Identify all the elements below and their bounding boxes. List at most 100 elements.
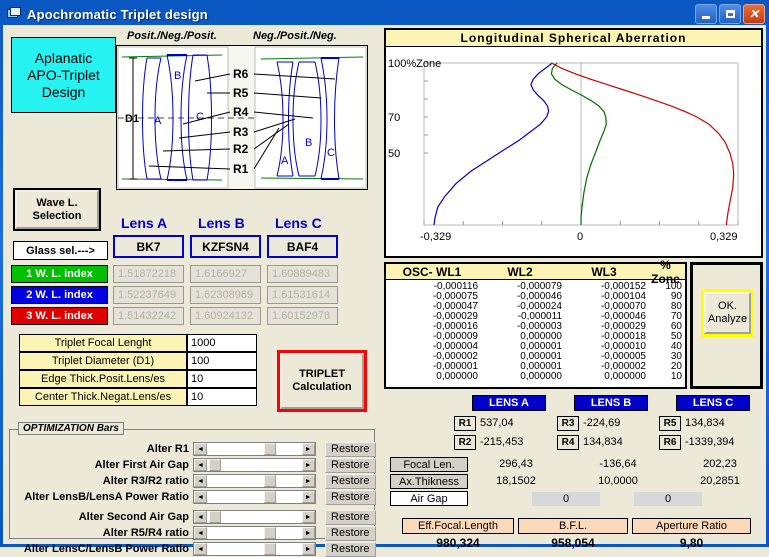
chevron-right-icon[interactable]: ►: [301, 475, 315, 487]
chart-plot-area: 100%Zone 70 50 -0,329 0 0,329: [386, 47, 761, 257]
glass-select-button[interactable]: Glass sel.--->: [13, 241, 108, 260]
index-wl3-lens-b: 1.60924132: [190, 307, 261, 325]
minimize-button[interactable]: [695, 4, 717, 24]
restore-button-alter-r1[interactable]: Restore: [324, 441, 377, 457]
optimization-row-r3-r2-ratio: Alter R3/R2 ratio ◄ ► Restore: [10, 473, 377, 489]
wave-length-selection-button[interactable]: Wave L. Selection: [13, 188, 101, 231]
index-wl2-lens-b: 1.62308969: [190, 286, 261, 304]
chevron-left-icon[interactable]: ◄: [193, 511, 207, 523]
restore-button-lensb-lensa-power[interactable]: Restore: [324, 489, 377, 505]
slider-thumb[interactable]: [208, 511, 221, 523]
restore-button-second-air-gap[interactable]: Restore: [324, 509, 377, 525]
svg-text:B: B: [174, 70, 181, 82]
restore-button-lensc-lensb-power[interactable]: Restore: [324, 541, 377, 557]
index-wl2-lens-c: 1.61531614: [267, 286, 338, 304]
radius-label-column: R6 R5 R4 R3 R2 R1: [233, 46, 257, 189]
chevron-left-icon[interactable]: ◄: [193, 527, 207, 539]
chevron-left-icon[interactable]: ◄: [193, 459, 207, 471]
slider-label-r5-r4-ratio: Alter R5/R4 ratio: [102, 527, 189, 539]
label-triplet-focal-length: Triplet Focal Lenght: [19, 334, 187, 352]
triplet-button-line-1: TRIPLET: [299, 368, 345, 380]
svg-text:0,329: 0,329: [710, 231, 738, 243]
svg-text:C: C: [327, 147, 335, 159]
restore-button-r3-r2-ratio[interactable]: Restore: [324, 473, 377, 489]
slider-label-alter-r1: Alter R1: [146, 443, 189, 455]
chevron-left-icon[interactable]: ◄: [193, 443, 207, 455]
maximize-button[interactable]: [719, 4, 741, 24]
input-triplet-focal-length[interactable]: 1000: [187, 334, 257, 352]
radius-value-r4: 134,834: [583, 436, 623, 448]
radius-tag-r4: R4: [557, 435, 579, 450]
svg-text:100%Zone: 100%Zone: [388, 58, 441, 70]
index-wl1-lens-b: 1.6166927: [190, 265, 261, 283]
analyze-button-line-2: Analyze: [707, 313, 748, 325]
slider-label-second-air-gap: Alter Second Air Gap: [78, 511, 189, 523]
input-triplet-diameter[interactable]: 100: [187, 352, 257, 370]
slider-thumb[interactable]: [263, 443, 276, 455]
slider-alter-r1[interactable]: ◄ ►: [192, 442, 316, 456]
chevron-right-icon[interactable]: ►: [301, 459, 315, 471]
slider-thumb[interactable]: [263, 543, 276, 555]
close-icon[interactable]: ✕: [743, 4, 765, 24]
glass-value-lens-c: BAF4: [286, 239, 319, 254]
radius-value-r5: 134,834: [685, 417, 725, 429]
banner-line-1: Aplanatic: [34, 49, 93, 66]
osc-table-body: -0,000116 -0,000079 -0,000152 100 -0,000075-…: [386, 280, 685, 382]
chevron-right-icon[interactable]: ►: [301, 511, 315, 523]
chevron-right-icon[interactable]: ►: [301, 443, 315, 455]
svg-text:B: B: [305, 137, 312, 149]
svg-text:0: 0: [577, 231, 583, 243]
aperture-ratio-label: Aperture Ratio: [632, 518, 751, 534]
input-center-thickness[interactable]: 10: [187, 388, 257, 406]
thickness-lens-b: 10,0000: [598, 475, 638, 487]
aberration-chart: Longitudinal Spherical Aberration 100%Zo…: [384, 28, 763, 258]
optimization-row-lensb-lensa-power: Alter LensB/LensA Power Ratio ◄ ► Restor…: [10, 489, 377, 505]
focal-length-lens-a: 296,43: [499, 458, 533, 470]
slider-thumb[interactable]: [263, 475, 276, 487]
air-gap-value-2: 0: [634, 492, 702, 506]
focal-length-lens-b: -136,64: [599, 458, 637, 470]
thickness-lens-a: 18,1502: [496, 475, 536, 487]
triplet-calculation-button[interactable]: TRIPLET Calculation: [277, 350, 367, 412]
restore-button-r5-r4-ratio[interactable]: Restore: [324, 525, 377, 541]
ok-analyze-button[interactable]: OK. Analyze: [701, 289, 754, 337]
index-wl3-lens-c: 1.60152978: [267, 307, 338, 325]
slider-thumb[interactable]: [263, 527, 276, 539]
glass-button-lens-b[interactable]: KZFSN4: [190, 235, 261, 258]
slider-label-r3-r2-ratio: Alter R3/R2 ratio: [102, 475, 189, 487]
slider-thumb[interactable]: [208, 459, 221, 471]
slider-first-air-gap[interactable]: ◄ ►: [192, 458, 316, 472]
svg-text:-0,329: -0,329: [420, 231, 451, 243]
label-triplet-diameter: Triplet Diameter (D1): [19, 352, 187, 370]
chevron-left-icon[interactable]: ◄: [193, 491, 207, 503]
osc-header-wl3: WL3: [591, 264, 617, 279]
input-edge-thickness[interactable]: 10: [187, 370, 257, 388]
slider-r3-r2-ratio[interactable]: ◄ ►: [192, 474, 316, 488]
result-lens-c-tag: LENS C: [676, 395, 750, 411]
slider-lensc-lensb-power[interactable]: ◄ ►: [192, 542, 316, 556]
slider-r5-r4-ratio[interactable]: ◄ ►: [192, 526, 316, 540]
chart-title: Longitudinal Spherical Aberration: [386, 30, 761, 47]
aperture-ratio-value: 9,80: [679, 536, 704, 550]
osc-header-wl2: WL2: [507, 264, 533, 279]
optimization-row-r5-r4-ratio: Alter R5/R4 ratio ◄ ► Restore: [10, 525, 377, 541]
slider-second-air-gap[interactable]: ◄ ►: [192, 510, 316, 524]
chevron-right-icon[interactable]: ►: [301, 527, 315, 539]
radius-label-r2: R2: [233, 142, 249, 156]
optimization-bars-group: OPTIMIZATION Bars Alter R1 ◄ ► Restore A…: [9, 422, 377, 557]
slider-lensb-lensa-power[interactable]: ◄ ►: [192, 490, 316, 504]
restore-button-first-air-gap[interactable]: Restore: [324, 457, 377, 473]
chevron-left-icon[interactable]: ◄: [193, 543, 207, 555]
chevron-right-icon[interactable]: ►: [301, 491, 315, 503]
glass-button-lens-c[interactable]: BAF4: [267, 235, 338, 258]
bfl-value: 958,054: [551, 536, 595, 550]
chevron-right-icon[interactable]: ►: [301, 543, 315, 555]
chevron-left-icon[interactable]: ◄: [193, 475, 207, 487]
radius-label-r5: R5: [233, 86, 249, 100]
glass-button-lens-a[interactable]: BK7: [113, 235, 184, 258]
slider-thumb[interactable]: [263, 491, 276, 503]
table-cell: 0,000000: [604, 371, 646, 382]
wavelength-1-label: 1 W. L. index: [11, 265, 108, 283]
lens-c-header: Lens C: [275, 215, 322, 231]
optimization-row-lensc-lensb-power: Alter LensC/LensB Power Ratio ◄ ► Restor…: [10, 541, 377, 557]
